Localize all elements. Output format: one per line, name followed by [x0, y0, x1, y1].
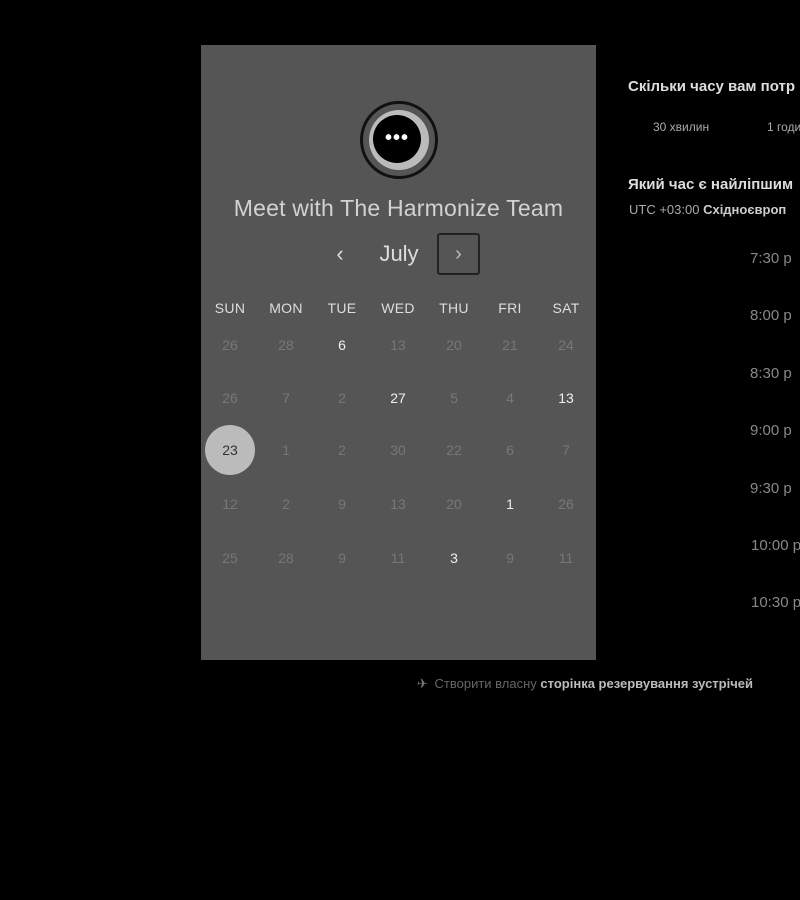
calendar-day: 26 [558, 496, 574, 512]
weekday-label: SAT [552, 300, 580, 316]
weekday-label: TUE [327, 300, 357, 316]
time-slot[interactable]: 10:30 p [751, 594, 800, 611]
calendar-day: 13 [390, 337, 406, 353]
calendar-day: 2 [338, 390, 346, 406]
calendar-day-selected[interactable]: 23 [205, 425, 255, 475]
calendar-day: 13 [390, 496, 406, 512]
calendar-day: 1 [282, 442, 290, 458]
duration-question: Скільки часу вам потр [628, 78, 796, 95]
weekday-label: FRI [498, 300, 522, 316]
weekday-label: MON [269, 300, 303, 316]
calendar-day: 7 [562, 442, 570, 458]
calendar-day: 2 [338, 442, 346, 458]
calendar-day: 20 [446, 337, 462, 353]
calendar-day: 9 [338, 550, 346, 566]
scheduling-icon: ✈ [417, 676, 428, 691]
weekday-label: THU [439, 300, 469, 316]
duration-option[interactable]: 30 хвилин [653, 120, 709, 134]
time-slot[interactable]: 9:00 p [750, 422, 792, 439]
calendar-day[interactable]: 3 [429, 533, 479, 583]
prev-month-button[interactable]: ‹ [329, 239, 351, 269]
calendar-day: 22 [446, 442, 462, 458]
calendar-day: 6 [506, 442, 514, 458]
weekday-label: SUN [214, 300, 246, 316]
month-navigation: ‹ July › [201, 233, 596, 275]
time-question: Який час є найліпшим [628, 176, 794, 193]
weekday-header: SUN MON TUE WED THU FRI SAT [201, 300, 596, 320]
next-month-button[interactable]: › [437, 233, 480, 275]
calendar-day: 11 [390, 550, 406, 566]
calendar-day: 26 [222, 337, 238, 353]
calendar-day: 9 [506, 550, 514, 566]
calendar-day: 21 [502, 337, 518, 353]
time-slot[interactable]: 7:30 p [750, 250, 792, 267]
calendar-day: 28 [278, 550, 294, 566]
month-label: July [379, 241, 419, 266]
calendar-day: 25 [222, 550, 238, 566]
weekday-label: WED [381, 300, 415, 316]
calendar-day: 30 [390, 442, 406, 458]
calendar-day: 11 [558, 550, 574, 566]
booking-card: ••• Meet with The Harmonize Team ‹ July … [201, 45, 596, 660]
calendar-day[interactable]: 6 [317, 320, 367, 370]
footer-link[interactable]: ✈ Створити власну сторінка резервування … [417, 676, 753, 692]
calendar-day[interactable]: 27 [373, 373, 423, 423]
calendar-day[interactable]: 1 [485, 479, 535, 529]
right-panel: Скільки часу вам потр 30 хвилин 1 годи Я… [628, 0, 800, 900]
timezone-name: Східноєвроп [703, 202, 787, 217]
calendar-day: 20 [446, 496, 462, 512]
calendar-day: 26 [222, 390, 238, 406]
calendar-day: 2 [282, 496, 290, 512]
duration-option[interactable]: 1 годи [767, 120, 800, 134]
chat-bubble-icon: ••• [373, 115, 421, 163]
time-slot[interactable]: 8:00 p [750, 307, 792, 324]
calendar-day: 12 [222, 496, 238, 512]
footer-prefix: Створити власну [434, 676, 537, 691]
calendar-day: 24 [558, 337, 574, 353]
chevron-right-icon: › [455, 243, 462, 265]
calendar-day: 5 [450, 390, 458, 406]
timezone-offset: UTC +03:00 [629, 202, 700, 217]
time-slot[interactable]: 8:30 p [750, 365, 792, 382]
calendar-day: 9 [338, 496, 346, 512]
calendar-day: 7 [282, 390, 290, 406]
footer-link-text: сторінка резервування зустрічей [540, 676, 753, 691]
ellipsis-icon: ••• [384, 127, 409, 149]
time-slot[interactable]: 9:30 p [750, 480, 792, 497]
chat-bubble-logo: ••• [360, 101, 438, 179]
time-slot[interactable]: 10:00 p [751, 537, 800, 554]
timezone-selector[interactable]: UTC +03:00 Східноєвроп [629, 202, 786, 217]
page-title: Meet with The Harmonize Team [233, 195, 564, 221]
calendar-day: 4 [506, 390, 514, 406]
chevron-left-icon: ‹ [336, 241, 344, 266]
calendar-day[interactable]: 13 [541, 373, 591, 423]
calendar-day: 28 [278, 337, 294, 353]
